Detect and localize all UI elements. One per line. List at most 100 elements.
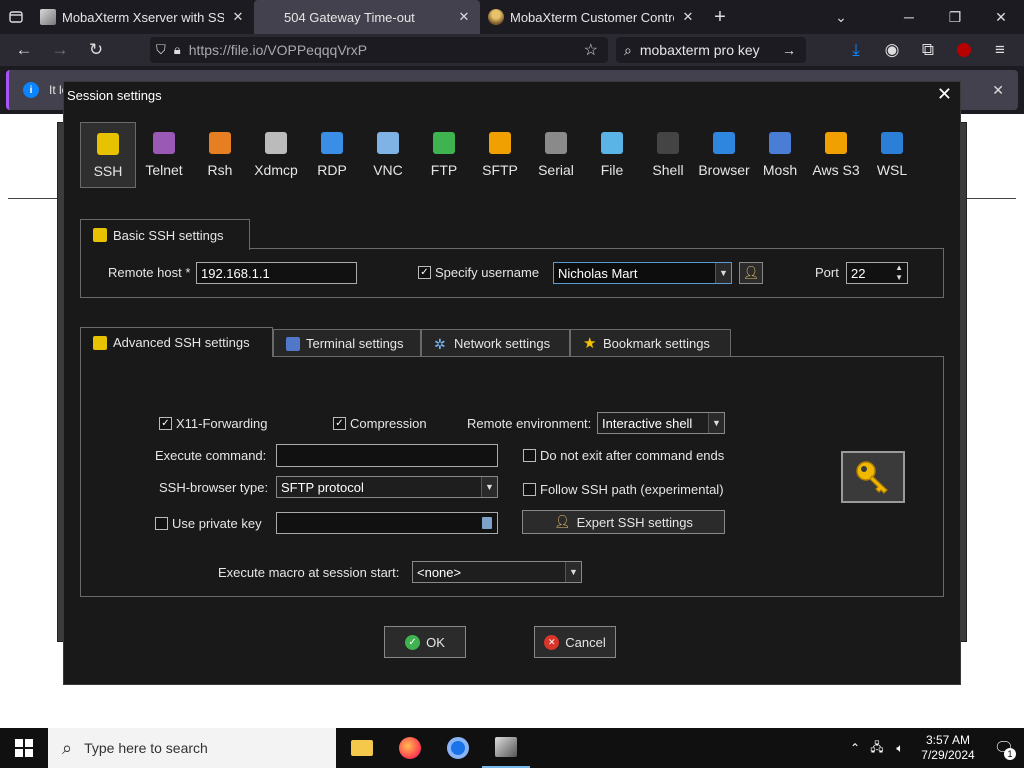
lock-icon[interactable]: 🔒︎: [174, 42, 181, 58]
protocol-shell[interactable]: Shell: [640, 122, 696, 188]
menu-icon[interactable]: ≡: [982, 34, 1018, 66]
back-icon[interactable]: ←: [6, 34, 42, 66]
port-input[interactable]: 22 ▲ ▼: [846, 262, 908, 284]
firefox-icon[interactable]: [386, 728, 434, 768]
search-go-icon[interactable]: →: [782, 42, 796, 58]
close-tab-icon[interactable]: ✕: [680, 9, 696, 25]
close-notification-icon[interactable]: ✕: [992, 82, 1004, 99]
user-manager-button[interactable]: 👤︎: [739, 262, 763, 284]
port-value[interactable]: 22: [851, 266, 865, 281]
ssh-key-button[interactable]: [841, 451, 905, 503]
search-bar[interactable]: ⌕ mobaxterm pro key →: [616, 37, 806, 63]
extensions-icon[interactable]: ⧉: [910, 34, 946, 66]
close-tab-icon[interactable]: ✕: [456, 9, 472, 25]
bookmark-star-icon[interactable]: ☆: [584, 40, 598, 60]
chevron-down-icon[interactable]: ▼: [708, 413, 724, 433]
file-explorer-icon[interactable]: [338, 728, 386, 768]
file-icon[interactable]: [482, 517, 492, 529]
protocol-aws-s3[interactable]: Aws S3: [808, 122, 864, 188]
browser-type-select[interactable]: SFTP protocol ▼: [276, 476, 498, 498]
remote-env-select[interactable]: Interactive shell ▼: [597, 412, 725, 434]
protocol-ftp[interactable]: FTP: [416, 122, 472, 188]
protocol-file[interactable]: File: [584, 122, 640, 188]
downloads-icon[interactable]: ⤓: [838, 34, 874, 66]
volume-icon[interactable]: 🔈︎: [888, 741, 912, 756]
x11-forwarding-checkbox[interactable]: ✓ X11-Forwarding: [159, 416, 268, 431]
url-text[interactable]: https://file.io/VOPPeqqqVrxP: [189, 42, 367, 58]
minimize-icon[interactable]: ─: [886, 0, 932, 34]
key-icon: [856, 461, 888, 494]
tab-network-settings[interactable]: ✲ Network settings: [421, 329, 570, 357]
username-combo[interactable]: Nicholas Mart ▼: [553, 262, 732, 284]
specify-username-checkbox[interactable]: ✓ Specify username: [418, 265, 539, 280]
protocol-serial[interactable]: Serial: [528, 122, 584, 188]
search-text[interactable]: mobaxterm pro key: [640, 42, 760, 58]
macro-value[interactable]: <none>: [417, 565, 461, 580]
compression-checkbox[interactable]: ✓ Compression: [333, 416, 427, 431]
remote-env-value[interactable]: Interactive shell: [602, 416, 692, 431]
clock[interactable]: 3:57 AM 7/29/2024: [912, 733, 984, 763]
tab-title: 504 Gateway Time-out: [284, 9, 415, 25]
protocol-label: Xdmcp: [254, 162, 298, 178]
forward-icon[interactable]: →: [42, 34, 78, 66]
browser-tab-3[interactable]: MobaXterm Customer Control C ✕: [480, 0, 704, 34]
tab-advanced-ssh-settings[interactable]: Advanced SSH settings: [80, 327, 273, 357]
protocol-mosh[interactable]: Mosh: [752, 122, 808, 188]
do-not-exit-checkbox[interactable]: Do not exit after command ends: [523, 448, 724, 463]
mobaxterm-taskbar-icon[interactable]: [482, 728, 530, 768]
url-bar[interactable]: ⛉ 🔒︎ https://file.io/VOPPeqqqVrxP ☆: [150, 37, 608, 63]
notifications-icon[interactable]: 🗨︎ 1: [984, 738, 1024, 760]
protocol-vnc[interactable]: VNC: [360, 122, 416, 188]
spin-arrows-icon[interactable]: ▲ ▼: [895, 263, 903, 283]
remote-host-input[interactable]: 192.168.1.1: [196, 262, 357, 284]
network-icon[interactable]: 🖧︎: [866, 738, 888, 759]
protocol-label: Shell: [652, 162, 684, 178]
chevron-up-icon[interactable]: ⌃: [844, 741, 866, 755]
browser-tab-2[interactable]: 504 Gateway Time-out ✕: [254, 0, 480, 34]
new-tab-icon[interactable]: +: [704, 6, 736, 29]
taskbar-search-box[interactable]: ⌕ Type here to search: [48, 728, 336, 768]
shield-icon[interactable]: ⛉: [156, 42, 166, 58]
cancel-label: Cancel: [565, 634, 606, 650]
tab-basic-ssh-settings[interactable]: Basic SSH settings: [80, 219, 250, 250]
protocol-browser[interactable]: Browser: [696, 122, 752, 188]
macro-select[interactable]: <none> ▼: [412, 561, 582, 583]
chevron-down-icon[interactable]: ⌄: [818, 0, 864, 34]
protocol-telnet[interactable]: Telnet: [136, 122, 192, 188]
start-button[interactable]: [0, 728, 48, 768]
browser-type-label: SSH-browser type:: [159, 480, 269, 495]
ok-button[interactable]: ✓ OK: [384, 626, 466, 658]
close-dialog-icon[interactable]: ✕: [937, 84, 952, 105]
reload-icon[interactable]: ↻: [78, 34, 114, 66]
browser-type-value[interactable]: SFTP protocol: [281, 480, 364, 495]
cancel-button[interactable]: ✕ Cancel: [534, 626, 616, 658]
close-window-icon[interactable]: ✕: [978, 0, 1024, 34]
clock-date: 7/29/2024: [921, 748, 975, 762]
chevron-down-icon[interactable]: ▼: [715, 263, 731, 283]
restore-icon[interactable]: ❐: [932, 0, 978, 34]
browser-tab-1[interactable]: MobaXterm Xserver with SSH, te ✕: [32, 0, 254, 34]
chrome-icon[interactable]: [434, 728, 482, 768]
ublock-icon[interactable]: [946, 34, 982, 66]
protocol-ssh[interactable]: SSH: [80, 122, 136, 188]
protocol-xdmcp[interactable]: Xdmcp: [248, 122, 304, 188]
chevron-down-icon[interactable]: ▼: [481, 477, 497, 497]
protocol-sftp[interactable]: SFTP: [472, 122, 528, 188]
protocol-rsh[interactable]: Rsh: [192, 122, 248, 188]
chevron-down-icon[interactable]: ▼: [565, 562, 581, 582]
check-icon: ✓: [333, 417, 346, 430]
follow-ssh-path-checkbox[interactable]: Follow SSH path (experimental): [523, 482, 724, 497]
tab-terminal-settings[interactable]: Terminal settings: [273, 329, 421, 357]
execute-command-input[interactable]: [276, 444, 498, 467]
close-tab-icon[interactable]: ✕: [230, 9, 246, 25]
expert-ssh-settings-button[interactable]: 👤︎ Expert SSH settings: [522, 510, 725, 534]
protocol-rdp[interactable]: RDP: [304, 122, 360, 188]
account-icon[interactable]: ◉: [874, 34, 910, 66]
windows-taskbar: ⌕ Type here to search ⌃ 🖧︎ 🔈︎ 3:57 AM 7/…: [0, 728, 1024, 768]
protocol-wsl[interactable]: WSL: [864, 122, 920, 188]
use-private-key-checkbox[interactable]: Use private key: [155, 516, 262, 531]
tab-bookmark-settings[interactable]: ★ Bookmark settings: [570, 329, 731, 357]
private-key-input[interactable]: [276, 512, 498, 534]
tab-list-icon[interactable]: [0, 0, 32, 34]
username-value[interactable]: Nicholas Mart: [558, 266, 637, 281]
